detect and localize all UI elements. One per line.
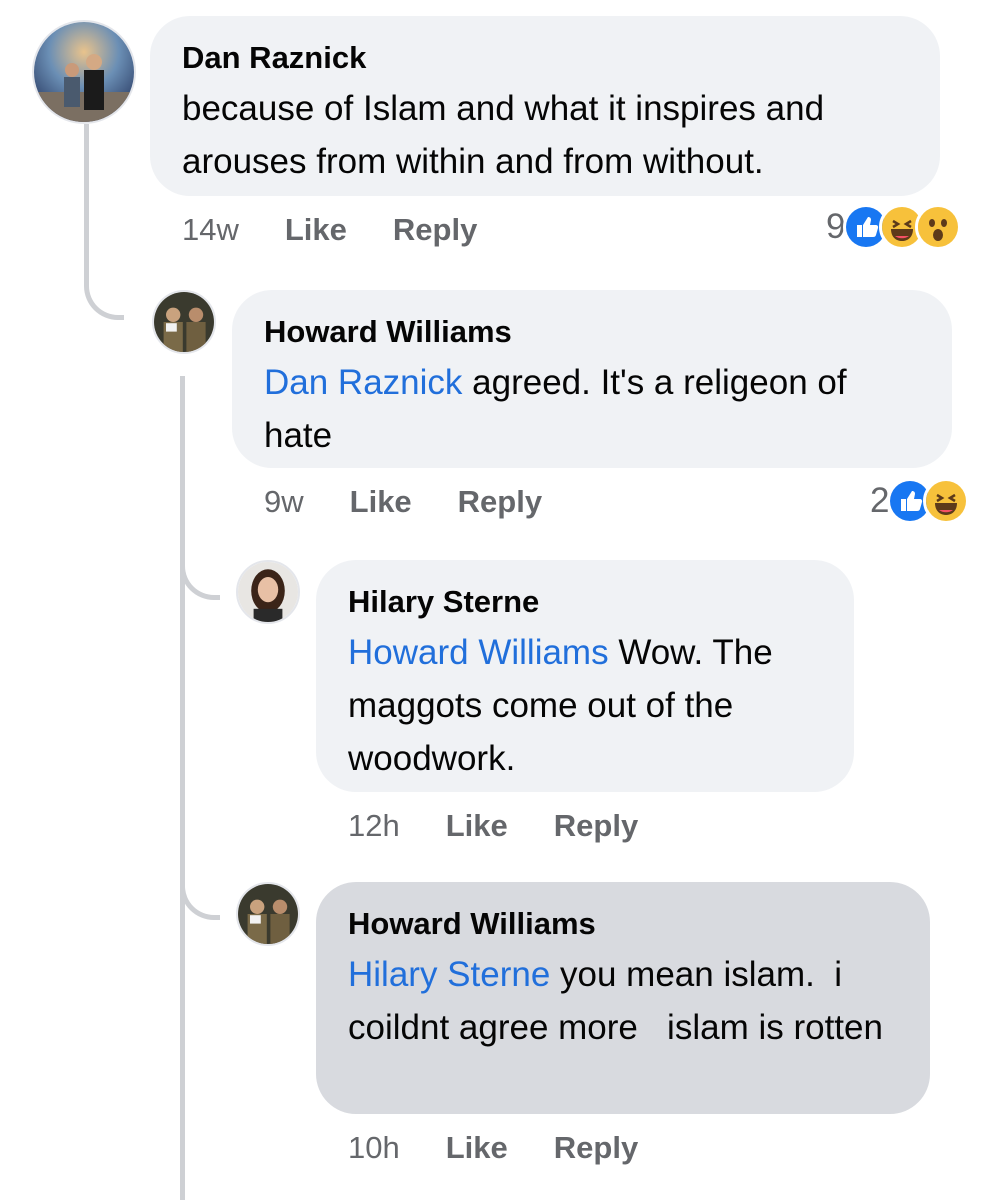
- comment-actions: 10h Like Reply: [348, 1130, 684, 1166]
- like-button[interactable]: Like: [350, 484, 412, 520]
- avatar[interactable]: [152, 290, 216, 354]
- profile-photo-icon: [34, 22, 134, 122]
- thread-connector: [180, 376, 185, 1200]
- comment-author[interactable]: Howard Williams: [348, 904, 898, 944]
- comment-bubble: Hilary Sterne Howard Williams Wow. The m…: [316, 560, 854, 792]
- profile-photo-icon: [154, 292, 214, 352]
- like-button[interactable]: Like: [446, 1130, 508, 1166]
- comment-bubble: Howard Williams Dan Raznick agreed. It's…: [232, 290, 952, 468]
- comment-text: because of Islam and what it inspires an…: [182, 89, 825, 181]
- avatar[interactable]: [236, 882, 300, 946]
- comment-text: Hilary Sterne you mean islam. i coildnt …: [348, 948, 898, 1054]
- reply-button[interactable]: Reply: [458, 484, 542, 520]
- comment-actions: 14w Like Reply: [182, 212, 523, 248]
- comment-actions: 12h Like Reply: [348, 808, 684, 844]
- comment-author[interactable]: Howard Williams: [264, 312, 920, 352]
- comment-actions: 9w Like Reply: [264, 484, 588, 520]
- mention-link[interactable]: Dan Raznick: [264, 363, 462, 402]
- profile-photo-icon: [238, 562, 298, 622]
- comment-bubble: Dan Raznick because of Islam and what it…: [150, 16, 940, 196]
- profile-photo-icon: [238, 884, 298, 944]
- mention-link[interactable]: Howard Williams: [348, 633, 609, 672]
- reply-button[interactable]: Reply: [554, 808, 638, 844]
- like-button[interactable]: Like: [285, 212, 347, 248]
- reply-button[interactable]: Reply: [554, 1130, 638, 1166]
- like-button[interactable]: Like: [446, 808, 508, 844]
- thread-connector: [84, 124, 124, 320]
- wow-icon: [915, 204, 962, 250]
- haha-icon: [923, 478, 970, 524]
- reaction-summary[interactable]: 9: [826, 204, 962, 250]
- comment-bubble: Howard Williams Hilary Sterne you mean i…: [316, 882, 930, 1114]
- thread-connector: [180, 860, 220, 920]
- thread-connector: [180, 540, 220, 600]
- mention-link[interactable]: Hilary Sterne: [348, 955, 550, 994]
- comment-timestamp[interactable]: 12h: [348, 808, 400, 844]
- reply-button[interactable]: Reply: [393, 212, 477, 248]
- comment-timestamp[interactable]: 14w: [182, 212, 239, 248]
- avatar[interactable]: [236, 560, 300, 624]
- comment-timestamp[interactable]: 9w: [264, 484, 304, 520]
- comment-text: Howard Williams Wow. The maggots come ou…: [348, 626, 822, 785]
- comment-thread: Dan Raznick because of Islam and what it…: [0, 0, 1006, 1200]
- comment-text: Dan Raznick agreed. It's a religeon of h…: [264, 356, 920, 462]
- avatar[interactable]: [32, 20, 136, 124]
- comment-author[interactable]: Dan Raznick: [182, 38, 908, 78]
- reaction-summary[interactable]: 2: [870, 478, 970, 524]
- comment-author[interactable]: Hilary Sterne: [348, 582, 822, 622]
- comment-timestamp[interactable]: 10h: [348, 1130, 400, 1166]
